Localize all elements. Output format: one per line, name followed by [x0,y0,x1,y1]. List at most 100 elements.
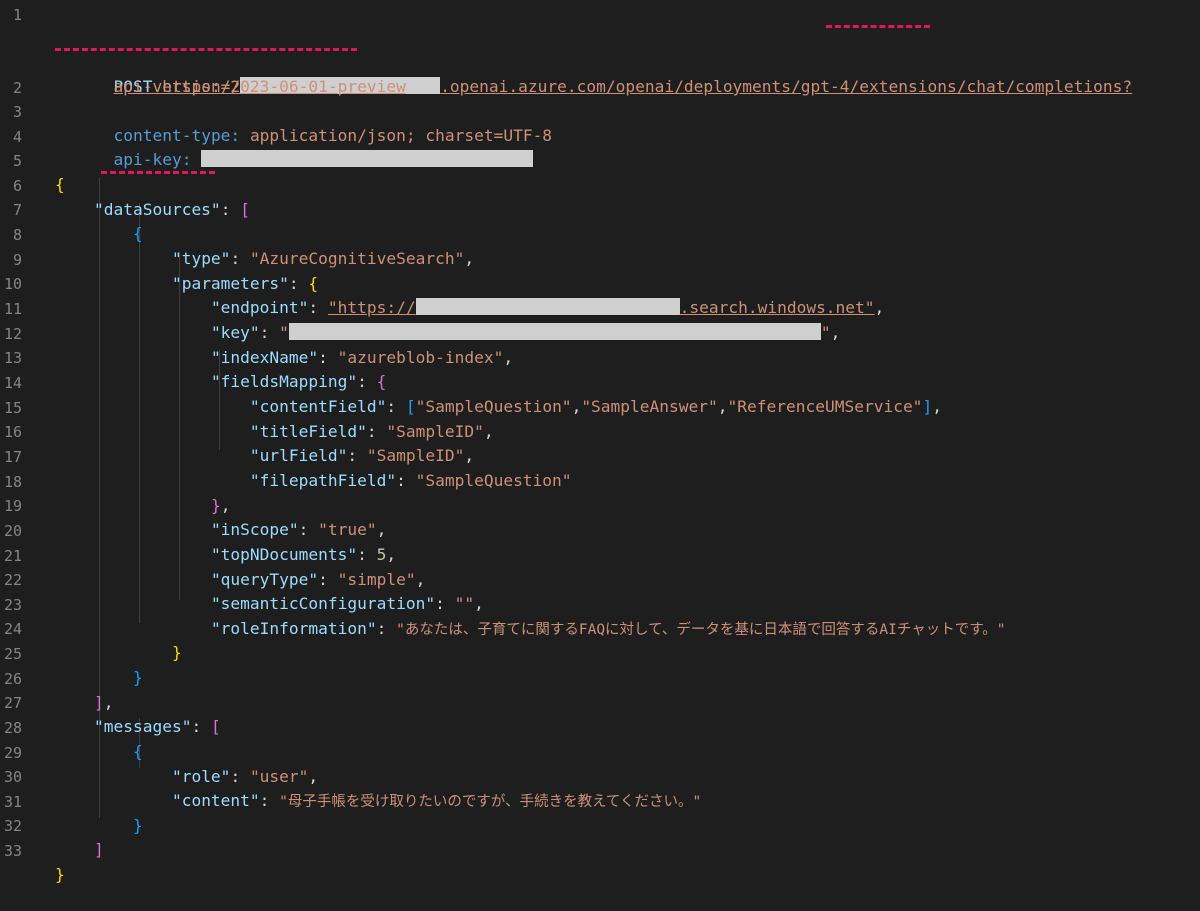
brace: } [55,865,65,884]
code-line[interactable]: 18 }, [0,446,231,515]
code-line[interactable]: 25 } [0,618,143,687]
endpoint-host-redacted [415,298,680,315]
brace: { [55,175,65,194]
header-api-key-name: api-key: [113,150,192,169]
key-fieldsMapping: "fieldsMapping" [210,372,358,391]
bracket: [ [240,200,250,219]
value-filepathField: "SampleQuestion" [415,471,572,490]
code-line[interactable]: 14 "contentField": ["SampleQuestion","Sa… [0,347,942,416]
brace: } [132,668,143,687]
brace: { [308,274,319,293]
key-messages: "messages" [93,717,192,736]
error-squiggle [101,171,215,174]
brace: { [376,372,387,391]
key-role: "role" [171,767,231,786]
brace: { [132,742,143,761]
line-number: 1 [12,6,22,24]
value-endpoint-suffix[interactable]: .search.windows.net" [680,298,875,317]
key-dataSources: "dataSources" [93,200,221,219]
code-line[interactable]: 1 POST https://.openai.azure.com/openai/… [0,3,1132,96]
key-inScope: "inScope" [210,520,299,539]
value-titleField: "SampleID" [386,422,484,441]
code-editor[interactable]: 1 POST https://.openai.azure.com/openai/… [0,0,1200,884]
key-queryType: "queryType" [210,570,319,589]
code-line[interactable]: 12 "indexName": "azureblob-index", [0,298,513,367]
value-inScope: "true" [318,520,377,539]
bracket: ] [93,840,104,859]
value-key-close: " [820,323,831,342]
value-contentField-1: "SampleQuestion" [415,397,572,416]
value-urlField: "SampleID" [366,446,465,465]
key-key: "key" [210,323,260,342]
value-role: "user" [249,767,309,786]
key-filepathField: "filepathField" [249,471,397,490]
code-line[interactable]: 17 "filepathField": "SampleQuestion" [0,421,572,490]
request-url-suffix[interactable]: .openai.azure.com/openai/deployments/gpt… [440,77,1132,96]
code-line[interactable]: 29 "role": "user", [0,717,318,786]
code-line[interactable]: 26 ], [0,643,114,712]
key-type: "type" [171,249,231,268]
code-line[interactable]: 19 "inScope": "true", [0,470,386,539]
code-line[interactable]: 31 } [0,766,143,835]
value-queryType: "simple" [337,570,416,589]
code-line[interactable]: 2 content-type: application/json; charse… [0,52,552,145]
value-key-open: " [279,323,289,342]
value-type: "AzureCognitiveSearch" [249,249,465,268]
error-squiggle [55,48,357,51]
key-roleInformation: "roleInformation" [210,619,377,638]
value-endpoint-prefix[interactable]: "https:// [328,298,416,317]
key-topNDocuments: "topNDocuments" [210,545,358,564]
brace: { [132,224,143,243]
value-indexName: "azureblob-index" [337,348,504,367]
key-indexName: "indexName" [210,348,319,367]
code-line[interactable]: 11 "key": " ", [0,273,840,342]
code-line[interactable]: 8 "type": "AzureCognitiveSearch", [0,199,474,268]
bracket: [ [210,717,221,736]
value-contentField-2: "SampleAnswer" [581,397,718,416]
code-line[interactable]: 23 "roleInformation": "あなたは、子育てに関するFAQに対… [0,569,1006,638]
code-line[interactable]: 3 api-key: [0,76,534,169]
bracket: [ [405,397,416,416]
line-number: 33 [3,842,22,860]
code-line[interactable]: 20 "topNDocuments": 5, [0,495,396,564]
key-endpoint: "endpoint" [210,298,309,317]
code-line[interactable]: 10 "endpoint": "https://.search.windows.… [0,248,884,317]
code-line[interactable]: 7 { [0,174,143,243]
key-semanticConfiguration: "semanticConfiguration" [210,594,436,613]
value-roleInformation: "あなたは、子育てに関するFAQに対して、データを基に日本語で回答するAIチャッ… [396,622,1006,638]
code-line[interactable]: 21 "queryType": "simple", [0,520,425,589]
value-contentField-3: "ReferenceUMService" [727,397,923,416]
brace: } [132,816,143,835]
code-line[interactable]: 22 "semanticConfiguration": "", [0,544,484,613]
code-line[interactable]: 27 "messages": [ [0,667,221,736]
key-content: "content" [171,791,260,810]
bracket: ] [93,693,104,712]
value-content: "母子手帳を受け取りたいのですが、手続きを教えてください。" [279,794,702,810]
code-line-wrap[interactable]: api-version=2023-06-01-preview [0,27,405,96]
key-parameters: "parameters" [171,274,289,293]
code-line[interactable]: 9 "parameters": { [0,224,318,293]
code-line[interactable]: 28 { [0,692,143,761]
code-line[interactable]: 13 "fieldsMapping": { [0,322,386,391]
value-semanticConfiguration: "" [454,594,475,613]
error-squiggle [826,25,930,28]
key-value-redacted [288,323,821,340]
brace: } [210,496,221,515]
code-line[interactable]: 33 } [0,815,65,884]
code-line[interactable]: 6 "dataSources": [ [0,150,250,219]
key-contentField: "contentField" [249,397,387,416]
request-url-query[interactable]: api-version=2023-06-01-preview [113,77,405,96]
value-topNDocuments: 5 [376,545,387,564]
brace: } [171,643,182,662]
code-line[interactable]: 32 ] [0,790,104,859]
code-line[interactable]: 30 "content": "母子手帳を受け取りたいのですが、手続きを教えてくだ… [0,741,701,810]
key-urlField: "urlField" [249,446,348,465]
api-key-redacted [201,150,534,167]
code-line[interactable]: 15 "titleField": "SampleID", [0,372,494,441]
code-line[interactable]: 5 { [0,125,65,194]
code-line[interactable]: 16 "urlField": "SampleID", [0,396,474,465]
code-line[interactable]: 4 [0,101,39,146]
code-line[interactable]: 24 } [0,593,182,662]
bracket: ] [922,397,933,416]
key-titleField: "titleField" [249,422,367,441]
